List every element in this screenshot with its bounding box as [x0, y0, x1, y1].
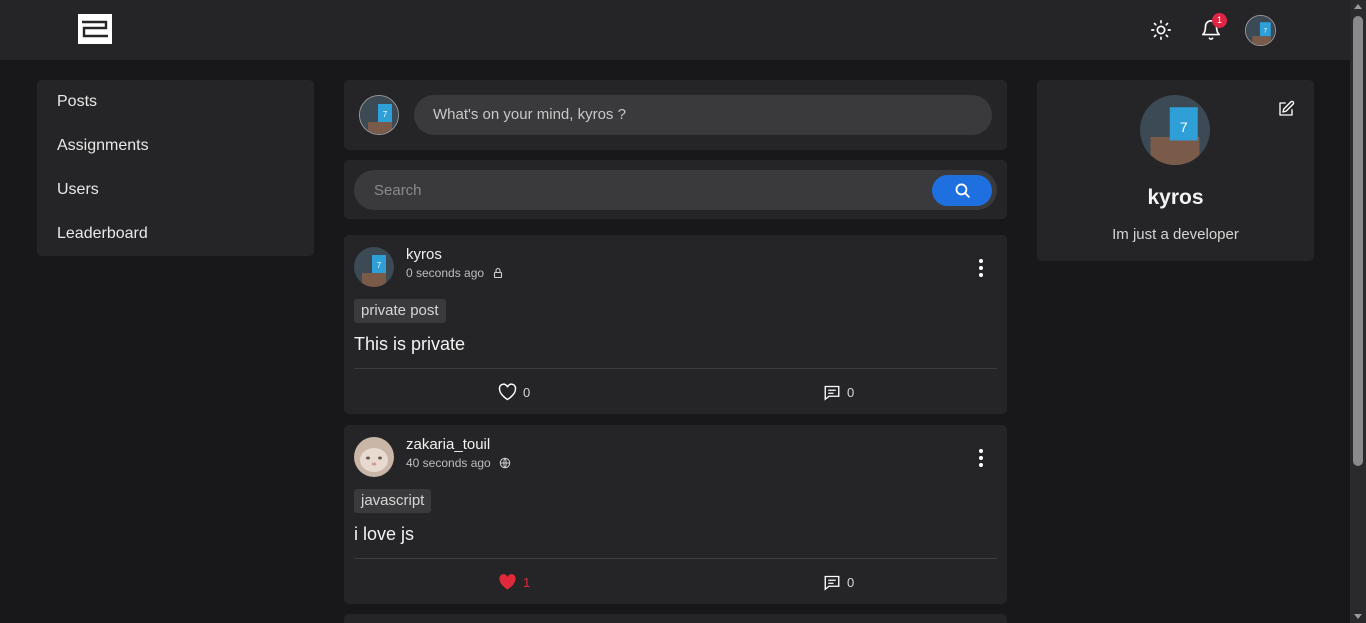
profile-bio: Im just a developer	[1112, 226, 1239, 243]
globe-icon	[499, 457, 510, 469]
search-button[interactable]	[932, 175, 992, 206]
sidebar-item-assignments[interactable]: Assignments	[37, 128, 314, 172]
profile-card: 7 kyros Im just a developer	[1037, 80, 1314, 261]
search-bar	[344, 160, 1007, 219]
like-count: 1	[523, 574, 531, 590]
svg-text:7: 7	[377, 261, 382, 270]
post-timestamp: 40 seconds ago	[406, 456, 491, 470]
notifications-bell-icon[interactable]: 1	[1196, 13, 1227, 45]
composer-avatar: 7	[359, 95, 399, 135]
like-button[interactable]: 1	[498, 571, 530, 593]
svg-text:7: 7	[383, 110, 388, 119]
post-meta: 0 seconds ago	[406, 266, 504, 280]
post-timestamp: 0 seconds ago	[406, 266, 485, 280]
post-card: 7 kyros 0 seconds ago private post This …	[344, 235, 1007, 414]
post-divider	[354, 558, 997, 559]
create-post-input[interactable]: What's on your mind, kyros ?	[414, 95, 992, 135]
post-tag[interactable]: javascript	[354, 489, 432, 513]
notification-badge: 1	[1212, 13, 1227, 28]
theme-toggle-sun-icon[interactable]	[1146, 15, 1176, 45]
profile-avatar: 7	[1140, 95, 1210, 165]
post-card: zakaria_touil 40 seconds ago javascript …	[344, 425, 1007, 604]
app-logo[interactable]	[78, 14, 112, 44]
post-options-menu-icon[interactable]	[971, 446, 991, 470]
user-avatar[interactable]: 7	[1245, 15, 1276, 46]
scrollbar-thumb[interactable]	[1353, 16, 1363, 466]
comment-count: 0	[847, 384, 855, 400]
heart-outline-icon	[498, 383, 517, 401]
page-scrollbar[interactable]	[1350, 0, 1366, 623]
search-icon	[955, 183, 970, 198]
post-content: This is private	[354, 334, 466, 354]
edit-profile-icon[interactable]	[1275, 98, 1297, 120]
post-content: i love js	[354, 524, 415, 544]
lock-icon	[494, 267, 503, 279]
sidebar-item-leaderboard[interactable]: Leaderboard	[37, 216, 314, 260]
svg-text:7: 7	[1180, 119, 1188, 135]
svg-text:7: 7	[1264, 27, 1268, 34]
comment-count: 0	[847, 574, 855, 590]
comment-button[interactable]: 0	[823, 571, 854, 593]
comment-button[interactable]: 0	[823, 381, 854, 403]
sidebar-nav: Posts Assignments Users Leaderboard	[37, 80, 314, 256]
search-input[interactable]	[354, 170, 997, 210]
post-composer: 7 What's on your mind, kyros ?	[344, 80, 1007, 150]
post-divider	[354, 368, 997, 369]
scroll-up-icon[interactable]	[1354, 4, 1362, 9]
sidebar-item-posts[interactable]: Posts	[37, 84, 314, 128]
comment-icon	[824, 385, 840, 401]
post-author-name[interactable]: kyros	[406, 246, 442, 263]
profile-name: kyros	[1147, 186, 1204, 209]
heart-filled-icon	[499, 574, 516, 590]
sidebar-item-users[interactable]: Users	[37, 172, 314, 216]
post-options-menu-icon[interactable]	[971, 256, 991, 280]
like-button[interactable]: 0	[498, 381, 530, 403]
like-count: 0	[523, 384, 531, 400]
post-author-avatar[interactable]	[354, 437, 394, 477]
post-tag[interactable]: private post	[354, 299, 446, 323]
post-card-partial	[344, 614, 1007, 623]
comment-icon	[824, 575, 840, 591]
post-author-name[interactable]: zakaria_touil	[406, 436, 490, 453]
top-navbar: 1 7	[0, 0, 1350, 60]
post-author-avatar[interactable]: 7	[354, 247, 394, 287]
post-meta: 40 seconds ago	[406, 456, 511, 470]
scroll-down-icon[interactable]	[1354, 614, 1362, 619]
